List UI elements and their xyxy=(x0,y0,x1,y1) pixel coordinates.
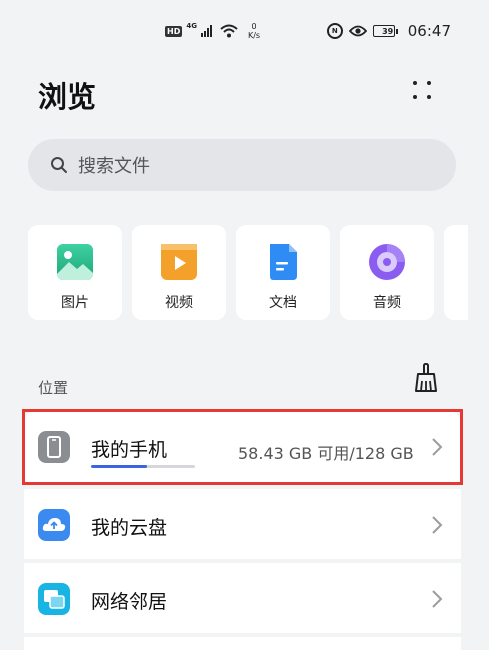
hd-badge: HD xyxy=(165,25,183,37)
clock: 06:47 xyxy=(407,22,451,40)
category-label: 音频 xyxy=(373,295,401,311)
location-label: 我的手机 xyxy=(91,439,168,461)
search-placeholder: 搜索文件 xyxy=(78,156,150,177)
location-label: 网络邻居 xyxy=(91,591,168,613)
storage-info: 58.43 GB 可用/128 GB xyxy=(238,444,414,463)
cloud-icon xyxy=(38,509,70,541)
network-type: 4G xyxy=(186,22,197,30)
document-icon xyxy=(270,244,297,280)
category-more[interactable] xyxy=(444,225,468,320)
search-input[interactable]: 搜索文件 xyxy=(28,139,456,191)
battery-level: 39 xyxy=(382,26,394,36)
category-row[interactable]: 图片 视频 文档 音频 xyxy=(28,225,468,320)
speed-unit: K/s xyxy=(247,31,261,40)
status-bar: HD 4G 0 K/s N 39 06:47 xyxy=(0,0,489,62)
category-images[interactable]: 图片 xyxy=(28,225,122,320)
location-my-phone[interactable]: 我的手机 58.43 GB 可用/128 GB xyxy=(24,411,461,483)
search-icon xyxy=(51,157,67,173)
chevron-right-icon xyxy=(432,516,443,534)
storage-progress xyxy=(91,465,195,468)
battery-icon: 39 xyxy=(372,25,398,37)
category-label: 图片 xyxy=(61,295,89,311)
network-icon xyxy=(38,583,70,615)
clean-broom-icon[interactable] xyxy=(413,363,439,393)
signal-icon xyxy=(200,25,212,37)
category-label: 视频 xyxy=(165,295,193,311)
category-audio[interactable]: 音频 xyxy=(340,225,434,320)
status-right: N 39 06:47 xyxy=(326,22,451,40)
page-title: 浏览 xyxy=(38,80,97,114)
location-network-neighborhood[interactable]: 网络邻居 xyxy=(24,563,461,633)
category-videos[interactable]: 视频 xyxy=(132,225,226,320)
network-speed: 0 K/s xyxy=(248,22,260,40)
phone-icon xyxy=(38,431,70,463)
section-label-locations: 位置 xyxy=(38,379,69,397)
audio-icon xyxy=(369,244,405,280)
video-icon xyxy=(161,244,197,280)
status-left: HD 4G 0 K/s xyxy=(165,22,260,40)
chevron-right-icon xyxy=(432,438,443,456)
speed-value: 0 xyxy=(251,22,257,31)
location-my-cloud[interactable]: 我的云盘 xyxy=(24,489,461,559)
image-icon xyxy=(57,244,93,280)
location-item-partial[interactable] xyxy=(24,637,461,650)
storage-progress-fill xyxy=(91,465,148,468)
wifi-icon xyxy=(220,24,238,38)
more-options-button[interactable] xyxy=(407,76,437,104)
category-documents[interactable]: 文档 xyxy=(236,225,330,320)
location-label: 我的云盘 xyxy=(91,517,168,539)
eye-icon xyxy=(348,25,367,37)
nfc-icon: N xyxy=(326,23,343,39)
chevron-right-icon xyxy=(432,590,443,608)
category-label: 文档 xyxy=(269,295,297,311)
